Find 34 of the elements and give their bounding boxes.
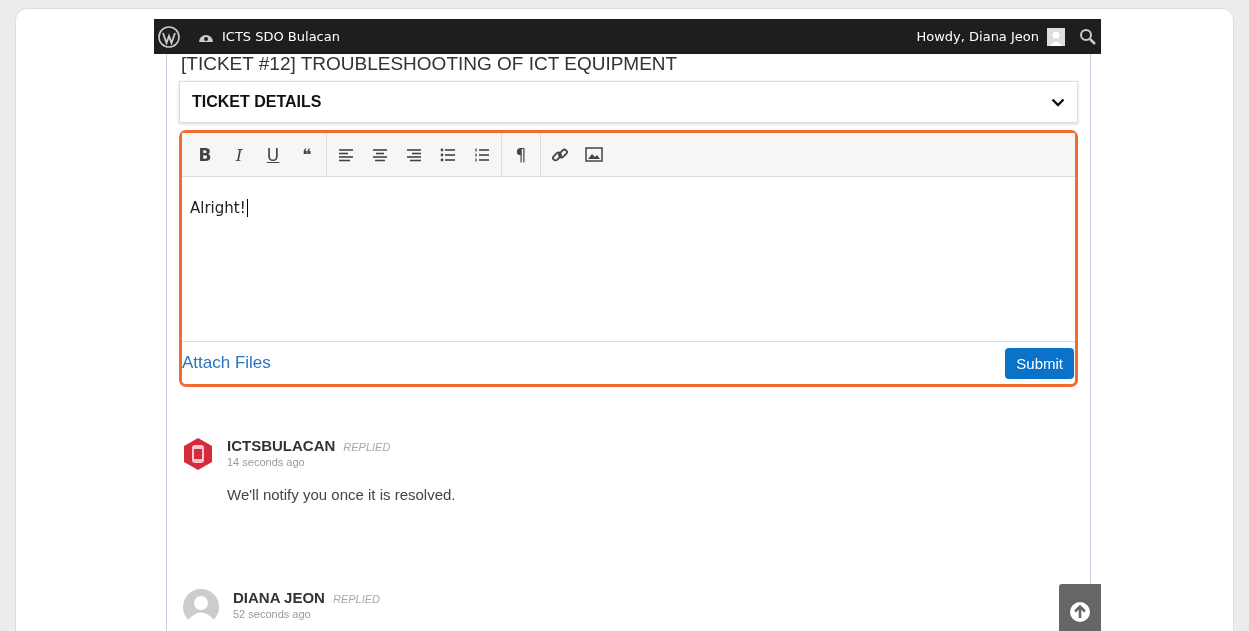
link-icon	[551, 145, 569, 164]
site-name-link[interactable]: ICTS SDO Bulacan	[222, 29, 340, 44]
align-center-icon	[372, 147, 388, 162]
wordpress-logo-icon[interactable]	[158, 25, 180, 48]
reply-time: 14 seconds ago	[227, 456, 306, 468]
account-link[interactable]: Howdy, Diana Jeon	[916, 29, 1039, 44]
hexagon-logo-icon	[183, 437, 213, 471]
paragraph-button[interactable]: ¶	[504, 137, 538, 172]
ticket-details-accordion[interactable]: TICKET DETAILS	[179, 81, 1078, 123]
reply-message: We'll notify you once it is resolved.	[227, 486, 456, 503]
image-icon	[585, 147, 603, 162]
attach-files-link[interactable]: Attach Files	[182, 353, 271, 373]
align-left-icon	[338, 147, 354, 162]
reply-status: REPLIED	[332, 593, 381, 605]
chevron-icon	[1051, 97, 1065, 107]
ticket-title: [TICKET #12] TROUBLESHOOTING OF ICT EQUIPMENT	[180, 53, 679, 75]
bold-button[interactable]: B	[188, 137, 222, 172]
submit-button[interactable]: Submit	[1005, 347, 1074, 379]
quote-button[interactable]: ❝	[290, 137, 324, 172]
avatar-icon	[183, 589, 219, 625]
italic-button[interactable]: I	[222, 137, 256, 172]
underline-button[interactable]: U	[256, 137, 290, 172]
reply-author: DIANA JEON	[233, 589, 325, 606]
reply-status: REPLIED	[343, 441, 391, 453]
arrow-up-icon	[1069, 600, 1091, 623]
avatar-icon[interactable]	[1047, 27, 1065, 46]
reply-time: 52 seconds ago	[233, 608, 312, 620]
reply-author: ICTSBULACAN	[227, 437, 336, 454]
reply-field[interactable]: Alright!	[182, 177, 1075, 342]
search-icon[interactable]	[1079, 27, 1097, 46]
numbered-list-icon	[474, 147, 490, 162]
align-right-icon	[406, 147, 422, 162]
bullet-list-icon	[440, 147, 456, 162]
scroll-to-top-button[interactable]	[1059, 584, 1101, 631]
